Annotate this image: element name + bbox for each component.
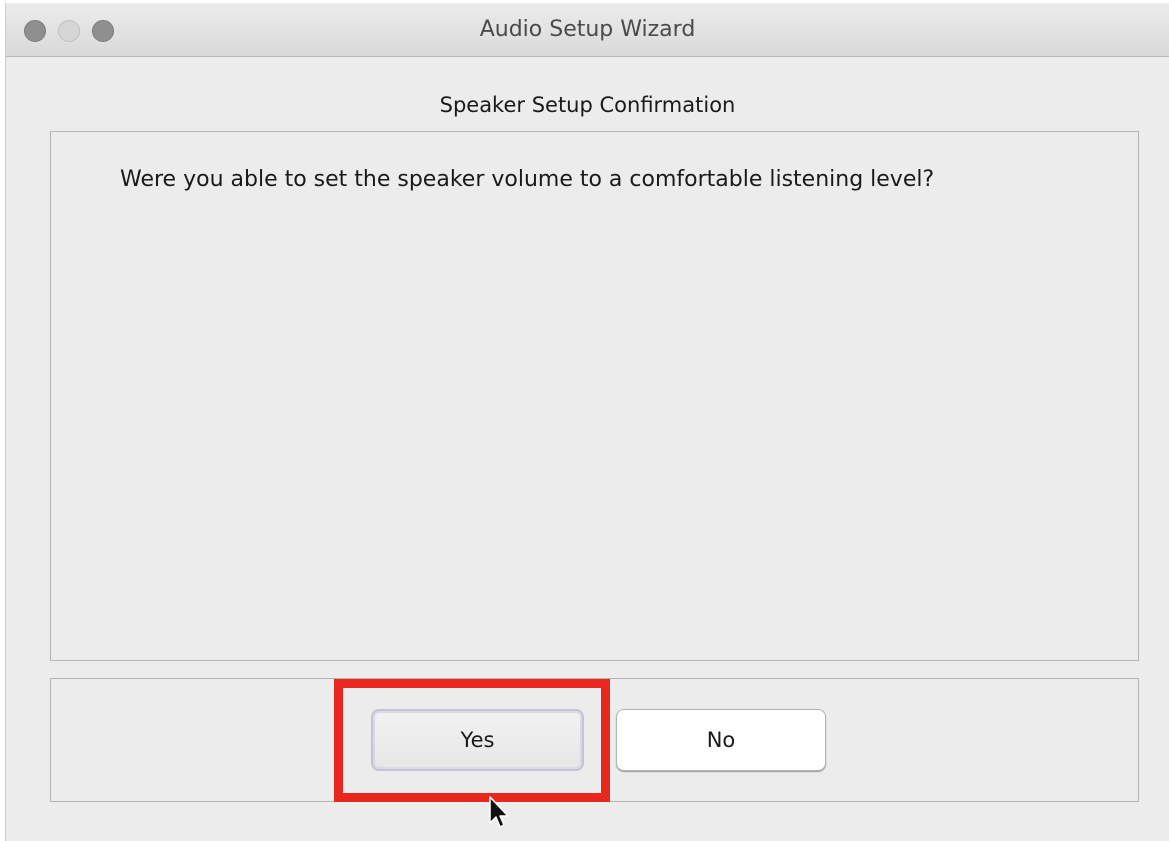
yes-button[interactable]: Yes [371,709,584,771]
audio-setup-wizard-window: Audio Setup Wizard Speaker Setup Confirm… [5,3,1169,841]
title-bar[interactable]: Audio Setup Wizard [6,3,1169,57]
button-panel: Yes No [50,678,1139,802]
dialog-heading: Speaker Setup Confirmation [439,93,736,117]
question-text: Were you able to set the speaker volume … [120,167,935,192]
window-title: Audio Setup Wizard [479,17,696,42]
content-panel [50,131,1139,661]
mouse-pointer-icon [489,796,509,828]
no-button[interactable]: No [616,709,826,771]
